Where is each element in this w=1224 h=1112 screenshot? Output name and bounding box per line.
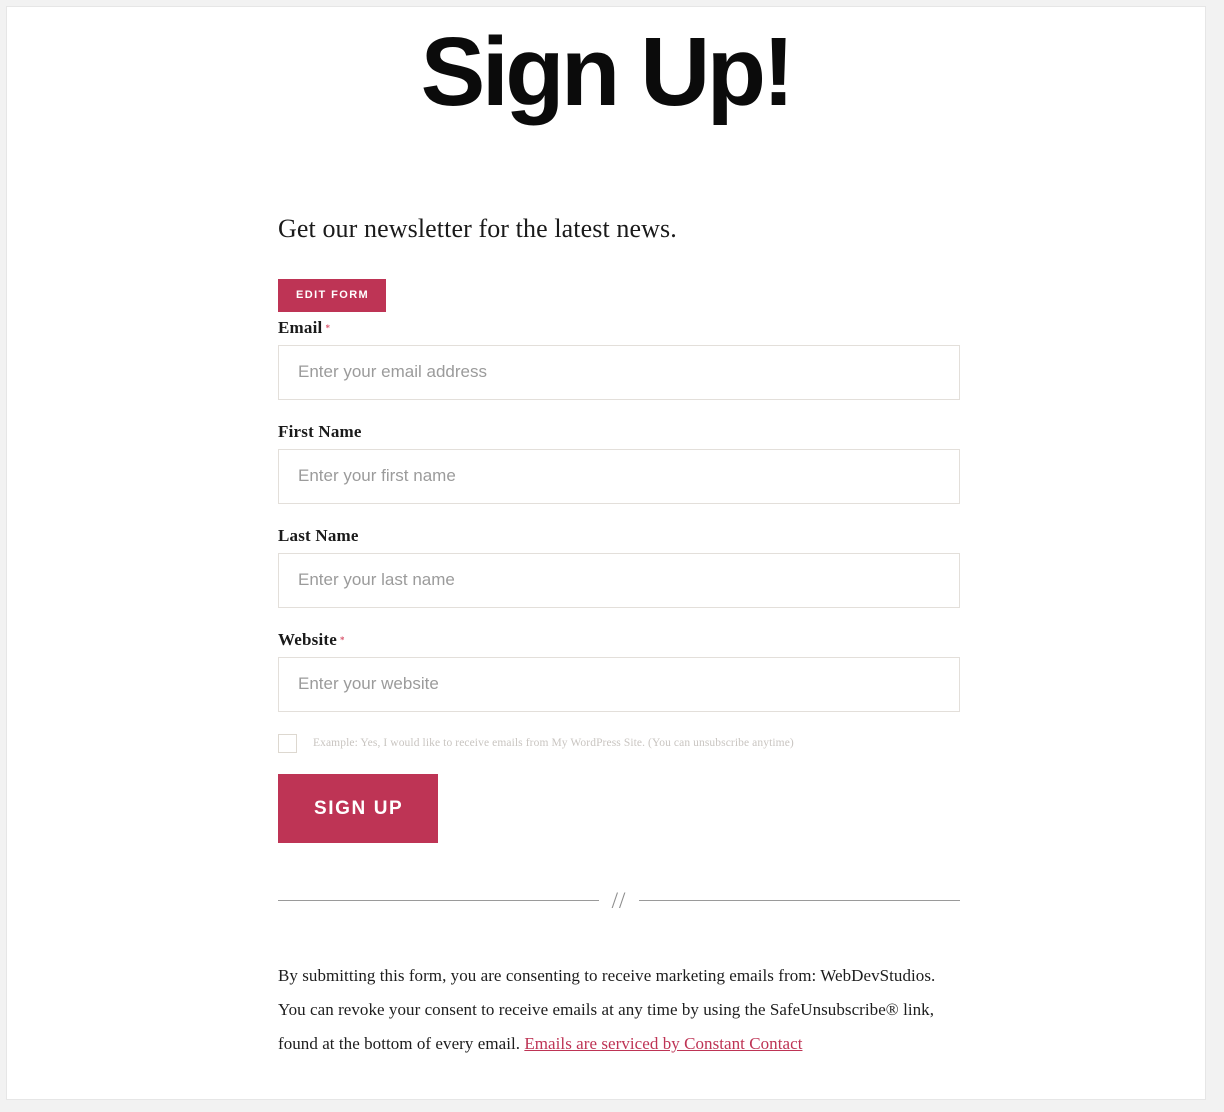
legal-disclaimer: By submitting this form, you are consent…: [278, 959, 960, 1061]
field-label-last-name-text: Last Name: [278, 525, 359, 545]
page-card: Sign Up! Get our newsletter for the late…: [6, 6, 1206, 1100]
section-divider: //: [278, 889, 960, 912]
website-input[interactable]: [278, 656, 960, 712]
field-label-website-text: Website: [278, 629, 338, 649]
field-label-website: Website *: [278, 630, 960, 650]
first-name-input[interactable]: [278, 448, 960, 504]
consent-row: Example: Yes, I would like to receive em…: [278, 733, 960, 753]
consent-label: Example: Yes, I would like to receive em…: [313, 736, 794, 749]
page-title: Sign Up!: [420, 17, 795, 126]
signup-form: Get our newsletter for the latest news. …: [278, 212, 960, 1078]
field-label-email: Email *: [278, 318, 960, 338]
field-label-first-name-text: First Name: [278, 421, 362, 441]
last-name-input[interactable]: [278, 552, 960, 608]
edit-form-button[interactable]: EDIT FORM: [278, 278, 387, 312]
form-heading: Get our newsletter for the latest news.: [278, 214, 677, 243]
consent-checkbox[interactable]: [278, 733, 297, 753]
constant-contact-link[interactable]: Emails are serviced by Constant Contact: [524, 1034, 802, 1053]
divider-slash-icon: //: [611, 887, 627, 913]
divider-rule-right: [639, 899, 960, 901]
divider-rule-left: [278, 899, 599, 901]
email-input[interactable]: [278, 344, 960, 400]
sign-up-button[interactable]: SIGN UP: [278, 773, 439, 843]
required-asterisk-icon: *: [325, 322, 331, 333]
field-label-last-name: Last Name: [278, 526, 960, 546]
field-label-email-text: Email: [278, 317, 323, 337]
required-asterisk-icon: *: [340, 634, 345, 645]
field-label-first-name: First Name: [278, 422, 960, 442]
